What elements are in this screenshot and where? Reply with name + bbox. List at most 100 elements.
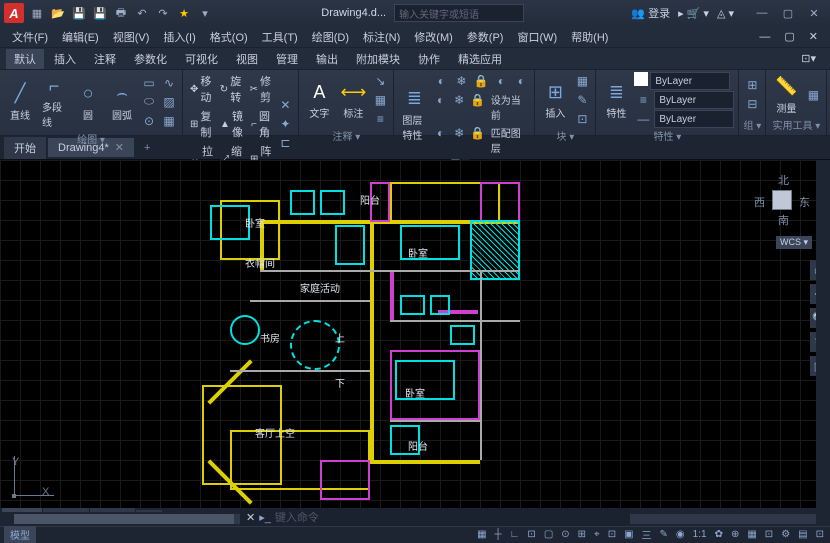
tab-collab[interactable]: 协作 bbox=[410, 49, 448, 69]
viewcube[interactable]: 北 南 东 西 bbox=[754, 172, 810, 228]
menu-draw[interactable]: 绘图(D) bbox=[306, 27, 355, 47]
search-input[interactable]: 输入关键字或短语 bbox=[394, 4, 524, 22]
close-button[interactable]: ✕ bbox=[802, 4, 826, 22]
status-snap-icon[interactable]: ┼ bbox=[493, 529, 504, 540]
layer-icon[interactable]: ◐ bbox=[492, 72, 510, 90]
panel-title[interactable]: 注释 ▾ bbox=[303, 128, 389, 144]
panel-title[interactable]: 实用工具 ▾ bbox=[770, 117, 822, 133]
menu-help[interactable]: 帮助(H) bbox=[565, 27, 614, 47]
status-menu-icon[interactable]: ⊡ bbox=[814, 529, 826, 540]
layer-icon[interactable]: ❄ bbox=[451, 124, 467, 142]
vertical-scrollbar[interactable] bbox=[816, 160, 830, 508]
status-polar-icon[interactable]: ⊡ bbox=[525, 529, 537, 540]
attr-icon[interactable]: ⊡ bbox=[573, 110, 591, 128]
wcs-badge[interactable]: WCS ▾ bbox=[776, 236, 812, 249]
tab-manage[interactable]: 管理 bbox=[268, 49, 306, 69]
saveas-icon[interactable]: 💾 bbox=[91, 4, 109, 22]
help-icon[interactable]: ◬ ▾ bbox=[717, 7, 734, 20]
menu-tools[interactable]: 工具(T) bbox=[256, 27, 304, 47]
doc-min-icon[interactable]: — bbox=[753, 29, 776, 45]
status-dyn-icon[interactable]: ⊡ bbox=[606, 529, 618, 540]
tab-annotate[interactable]: 注释 bbox=[86, 49, 124, 69]
tab-parametric[interactable]: 参数化 bbox=[126, 49, 175, 69]
status-custom-icon[interactable]: ⚙ bbox=[779, 529, 792, 540]
undo-icon[interactable]: ↶ bbox=[133, 4, 151, 22]
lineweight-icon[interactable]: ≡ bbox=[634, 91, 652, 109]
region-icon[interactable]: ▦ bbox=[160, 112, 178, 130]
status-ortho-icon[interactable]: ∟ bbox=[508, 529, 522, 540]
rect-icon[interactable]: ▭ bbox=[140, 74, 158, 92]
panel-title[interactable]: 特性 ▾ bbox=[600, 128, 734, 144]
tab-output[interactable]: 输出 bbox=[308, 49, 346, 69]
status-lwt-icon[interactable]: ▣ bbox=[622, 529, 635, 540]
ellipse-icon[interactable]: ⬭ bbox=[140, 93, 158, 111]
group-icon[interactable]: ⊞ bbox=[743, 76, 761, 94]
layer-icon[interactable]: ◐ bbox=[512, 72, 530, 90]
explode-icon[interactable]: ✦ bbox=[276, 115, 294, 133]
open-icon[interactable]: 📂 bbox=[49, 4, 67, 22]
viewcube-west[interactable]: 西 bbox=[754, 194, 765, 210]
layer-icon[interactable]: ❄ bbox=[452, 72, 470, 90]
layer-properties-button[interactable]: ≣图层特性 bbox=[398, 85, 430, 144]
maximize-button[interactable]: ▢ bbox=[776, 4, 800, 22]
minimize-button[interactable]: — bbox=[750, 4, 774, 22]
set-current-button[interactable]: 设为当前 bbox=[488, 91, 531, 123]
copy-button[interactable]: ⊞ 复制 bbox=[187, 107, 215, 141]
edit-icon[interactable]: ✎ bbox=[573, 91, 591, 109]
status-qp-icon[interactable]: ✎ bbox=[658, 529, 670, 540]
status-add-icon[interactable]: ⊕ bbox=[729, 529, 741, 540]
viewcube-top[interactable] bbox=[772, 190, 792, 210]
status-tpy-icon[interactable]: 三 bbox=[640, 527, 654, 542]
status-3dosnap-icon[interactable]: ⊙ bbox=[559, 529, 571, 540]
lineweight-select[interactable]: ByLayer bbox=[654, 91, 734, 109]
doc-max-icon[interactable]: ▢ bbox=[778, 28, 800, 45]
panel-title[interactable]: 组 ▾ bbox=[743, 117, 761, 133]
menu-dim[interactable]: 标注(N) bbox=[357, 27, 406, 47]
command-line[interactable]: ✕ ▸_ 键入命令 bbox=[240, 508, 630, 526]
properties-button[interactable]: ≣特性 bbox=[600, 78, 632, 122]
layer-icon[interactable]: 🔒 bbox=[469, 124, 485, 142]
menu-format[interactable]: 格式(O) bbox=[204, 27, 254, 47]
status-otrack-icon[interactable]: ⊞ bbox=[576, 529, 588, 540]
tab-insert[interactable]: 插入 bbox=[46, 49, 84, 69]
status-sc-icon[interactable]: ◉ bbox=[674, 529, 687, 540]
insert-button[interactable]: ⊞插入 bbox=[539, 78, 571, 122]
circle-button[interactable]: ○圆 bbox=[72, 80, 104, 124]
rotate-button[interactable]: ↻ 旋转 bbox=[217, 72, 245, 106]
leader-icon[interactable]: ↘ bbox=[371, 72, 389, 90]
mirror-button[interactable]: ▲ 镜像 bbox=[217, 107, 246, 141]
cart-icon[interactable]: ▸ 🛒 ▾ bbox=[678, 7, 709, 20]
color-swatch[interactable] bbox=[634, 72, 648, 86]
status-ducs-icon[interactable]: ⌖ bbox=[592, 529, 602, 540]
drawing-canvas[interactable]: 卧室 衣帽间 阳台 卧室 家庭活动 书房 上 下 卧室 客厅上空 阳台 YX 北… bbox=[0, 160, 830, 508]
arc-button[interactable]: ⌢圆弧 bbox=[106, 80, 138, 124]
linetype-icon[interactable]: — bbox=[634, 110, 652, 128]
panel-title[interactable]: 块 ▾ bbox=[539, 128, 591, 144]
viewcube-east[interactable]: 东 bbox=[799, 194, 810, 210]
erase-icon[interactable]: ✕ bbox=[276, 96, 294, 114]
panel-title[interactable]: 绘图 ▾ bbox=[4, 131, 178, 147]
menu-window[interactable]: 窗口(W) bbox=[511, 27, 563, 47]
mtext-icon[interactable]: ≡ bbox=[371, 110, 389, 128]
create-icon[interactable]: ▦ bbox=[573, 72, 591, 90]
menu-insert[interactable]: 插入(I) bbox=[157, 27, 201, 47]
viewcube-south[interactable]: 南 bbox=[778, 212, 789, 228]
status-iso-icon[interactable]: ▦ bbox=[745, 529, 758, 540]
menu-param[interactable]: 参数(P) bbox=[461, 27, 510, 47]
save-icon[interactable]: 💾 bbox=[70, 4, 88, 22]
layer-icon[interactable]: ◐ bbox=[432, 124, 448, 142]
line-button[interactable]: ╱直线 bbox=[4, 80, 36, 124]
redo-icon[interactable]: ↷ bbox=[154, 4, 172, 22]
status-grid-icon[interactable]: ▦ bbox=[475, 529, 488, 540]
tab-view[interactable]: 视图 bbox=[228, 49, 266, 69]
doc-close-icon[interactable]: ✕ bbox=[803, 28, 824, 45]
menu-modify[interactable]: 修改(M) bbox=[408, 27, 459, 47]
tab-default[interactable]: 默认 bbox=[6, 49, 44, 69]
hatch-icon[interactable]: ▨ bbox=[160, 93, 178, 111]
color-select[interactable]: ByLayer bbox=[650, 72, 730, 90]
qat-dropdown-icon[interactable]: ▾ bbox=[196, 4, 214, 22]
layer-icon[interactable]: ◐ bbox=[432, 72, 450, 90]
fillet-button[interactable]: ⌐ 圆角 bbox=[248, 107, 274, 141]
app-logo[interactable] bbox=[4, 3, 24, 23]
table-icon[interactable]: ▦ bbox=[371, 91, 389, 109]
